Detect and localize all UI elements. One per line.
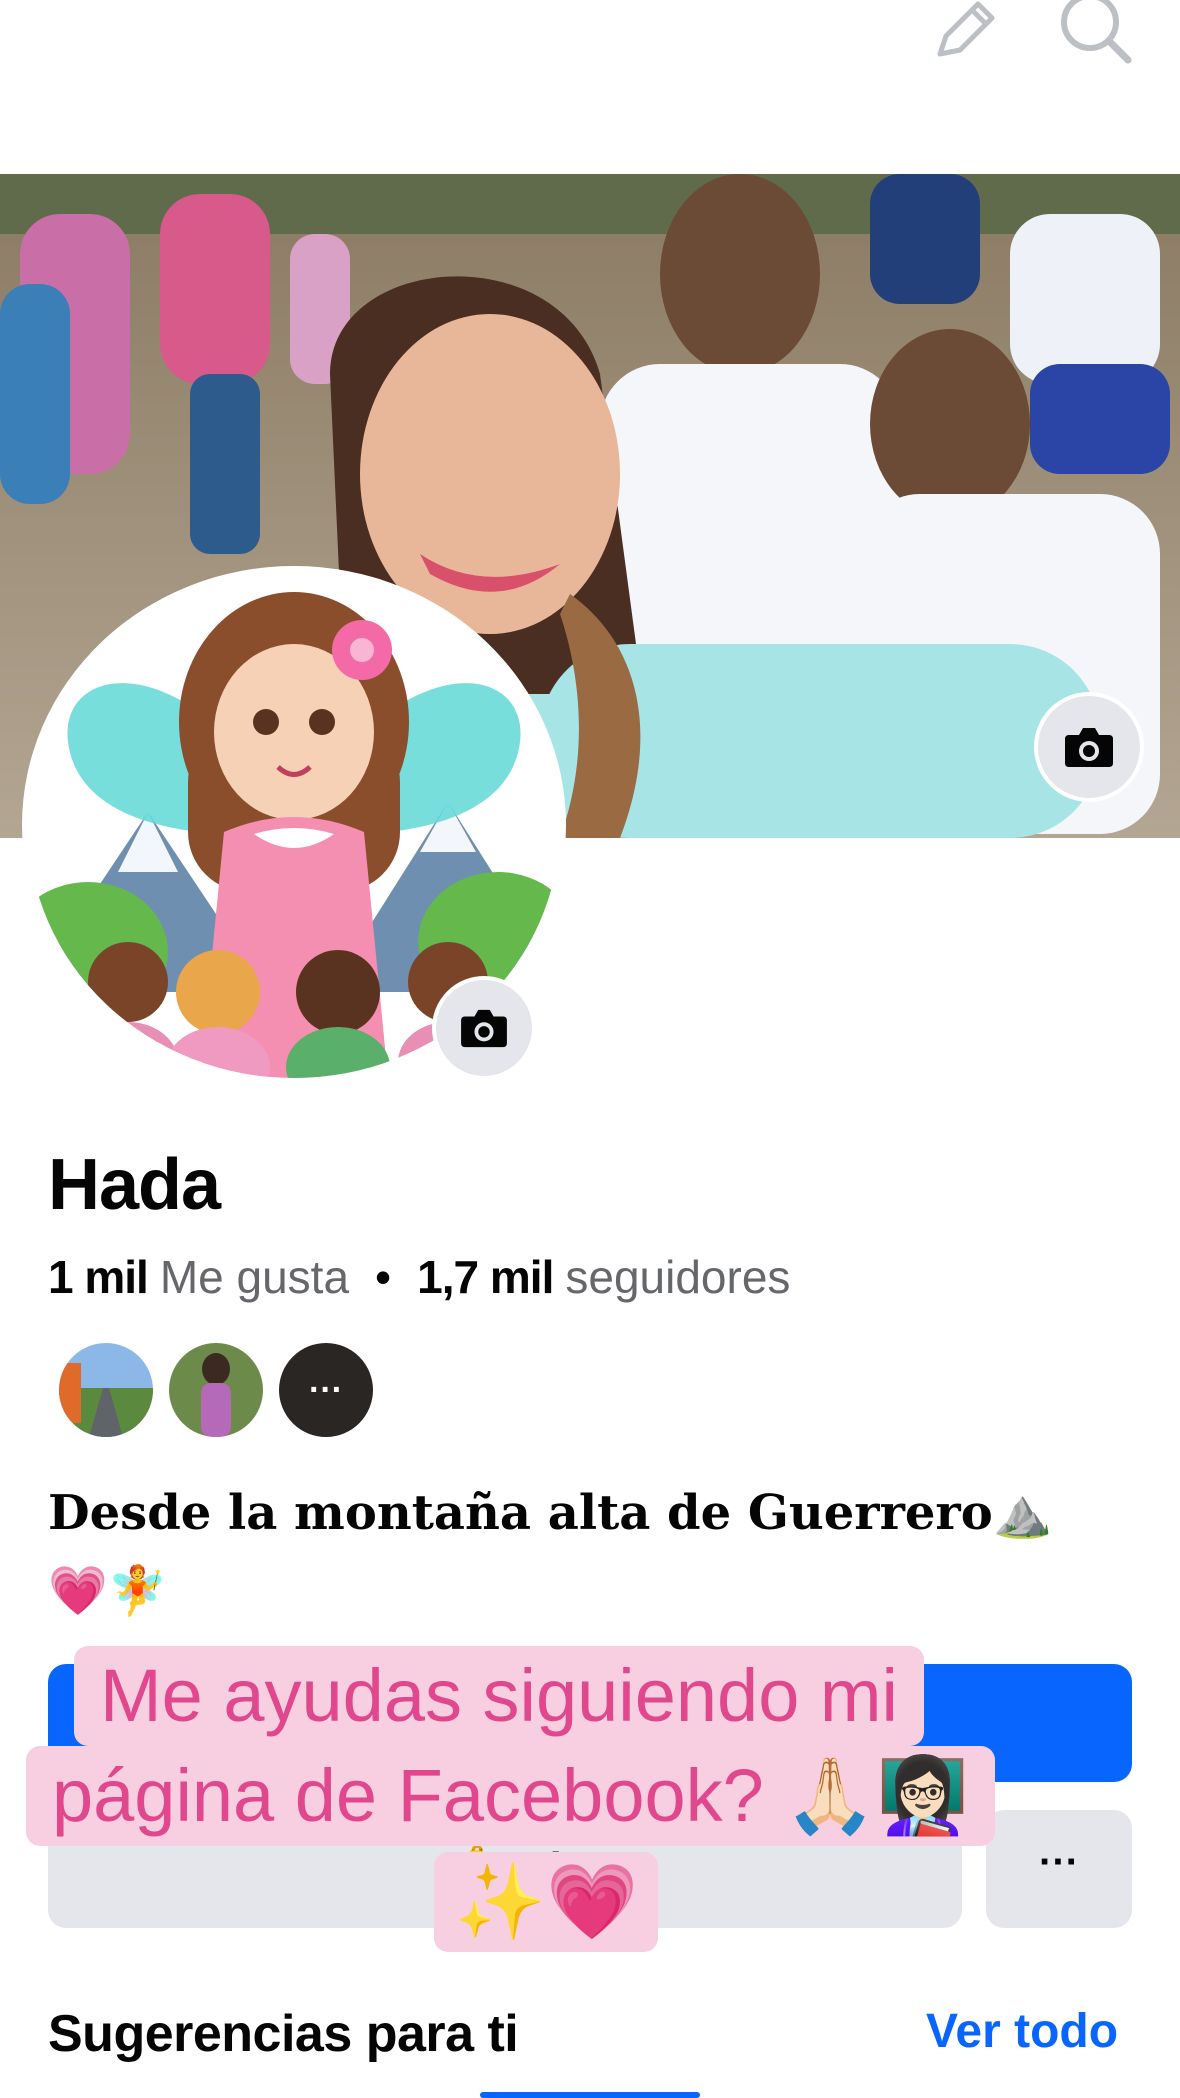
- caption-line-3: ✨💗: [434, 1852, 659, 1952]
- followers-label: seguidores: [565, 1251, 791, 1303]
- followers-count: 1,7 mil: [417, 1251, 554, 1303]
- likes-count: 1 mil: [48, 1251, 149, 1303]
- follower-avatars[interactable]: ···: [56, 1340, 376, 1440]
- active-tab-indicator: [480, 2092, 700, 2098]
- follower-avatar[interactable]: [56, 1340, 156, 1440]
- cover-camera-button[interactable]: [1034, 692, 1144, 802]
- more-options-button[interactable]: ···: [986, 1810, 1132, 1928]
- pencil-icon[interactable]: [926, 0, 1006, 66]
- caption-line-2: página de Facebook? 🙏🏻👩🏻‍🏫: [26, 1746, 995, 1846]
- likes-label: Me gusta: [159, 1251, 350, 1303]
- page-title: Hada: [48, 1145, 221, 1225]
- more-followers-label: ···: [309, 1370, 343, 1409]
- page-bio: Desde la montaña alta de Guerrero⛰️💗🧚: [48, 1485, 1053, 1619]
- page-stats[interactable]: 1 mil Me gusta • 1,7 mil seguidores: [48, 1250, 790, 1304]
- caption-line-1: Me ayudas siguiendo mi: [74, 1646, 924, 1746]
- follower-avatar[interactable]: [166, 1340, 266, 1440]
- suggestions-title: Sugerencias para ti: [48, 2005, 519, 2063]
- top-bar: [0, 0, 1180, 174]
- see-all-link[interactable]: Ver todo: [926, 2004, 1118, 2059]
- more-followers-avatar[interactable]: ···: [276, 1340, 376, 1440]
- avatar-camera-button[interactable]: [432, 976, 536, 1080]
- camera-icon: [1065, 728, 1113, 767]
- camera-icon: [461, 1009, 507, 1048]
- stats-separator: •: [375, 1251, 392, 1303]
- search-icon[interactable]: [1056, 0, 1136, 66]
